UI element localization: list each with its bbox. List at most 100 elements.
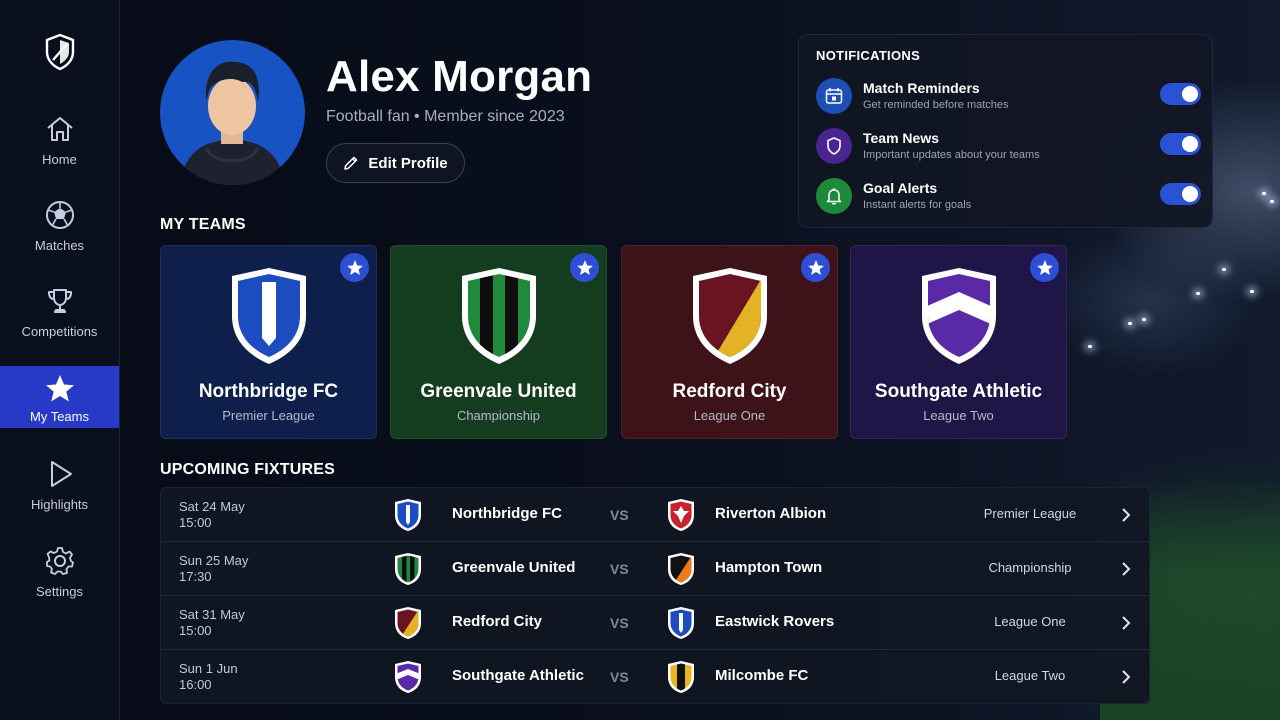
shield-icon bbox=[816, 128, 852, 164]
gear-icon bbox=[43, 544, 77, 578]
fixture-row[interactable]: Sat 24 May 15:00 Northbridge FC VS River… bbox=[161, 488, 1149, 542]
home-icon bbox=[43, 112, 77, 146]
southgate-crest-icon bbox=[922, 268, 996, 364]
fixture-vs: VS bbox=[610, 561, 629, 577]
notification-desc: Instant alerts for goals bbox=[863, 199, 972, 211]
sidebar-item-label: Settings bbox=[36, 584, 83, 599]
sidebar-item-settings[interactable]: Settings bbox=[0, 544, 119, 606]
team-card-greenvale[interactable]: Greenvale United Championship bbox=[390, 245, 607, 439]
chevron-right-icon bbox=[1122, 616, 1131, 630]
greenvale-crest-icon bbox=[395, 553, 421, 585]
favorite-star-icon[interactable] bbox=[570, 253, 599, 282]
favorite-star-icon[interactable] bbox=[340, 253, 369, 282]
notifications-title: NOTIFICATIONS bbox=[816, 48, 921, 63]
sidebar-item-label: My Teams bbox=[30, 409, 89, 424]
team-news-toggle[interactable] bbox=[1160, 133, 1201, 155]
fixture-league: Championship bbox=[988, 560, 1072, 575]
fixture-date: Sun 1 Jun bbox=[179, 661, 238, 676]
favorite-star-icon[interactable] bbox=[801, 253, 830, 282]
team-card-northbridge[interactable]: Northbridge FC Premier League bbox=[160, 245, 377, 439]
notification-match-reminders: Match Reminders Get reminded before matc… bbox=[816, 76, 1201, 116]
fixture-vs: VS bbox=[610, 507, 629, 523]
sidebar-item-matches[interactable]: Matches bbox=[0, 198, 119, 260]
fixture-league: Premier League bbox=[983, 506, 1077, 521]
hampton-crest-icon bbox=[668, 553, 694, 585]
fixture-date: Sat 24 May bbox=[179, 499, 245, 514]
riverton-crest-icon bbox=[668, 499, 694, 531]
eastwick-crest-icon bbox=[668, 607, 694, 639]
calendar-icon bbox=[816, 78, 852, 114]
star-icon bbox=[43, 372, 77, 406]
notification-label: Goal Alerts bbox=[863, 180, 938, 196]
team-league: Premier League bbox=[222, 408, 315, 423]
team-card-redford[interactable]: Redford City League One bbox=[621, 245, 838, 439]
fixture-row[interactable]: Sun 1 Jun 16:00 Southgate Athletic VS Mi… bbox=[161, 650, 1149, 703]
fixture-vs: VS bbox=[610, 615, 629, 631]
fixture-date: Sat 31 May bbox=[179, 607, 245, 622]
chevron-right-icon bbox=[1122, 508, 1131, 522]
notification-label: Team News bbox=[863, 130, 939, 146]
fixture-row[interactable]: Sun 25 May 17:30 Greenvale United VS Ham… bbox=[161, 542, 1149, 596]
app-logo-icon[interactable] bbox=[40, 32, 80, 72]
fixture-home-team: Northbridge FC bbox=[452, 505, 562, 522]
goal-alerts-toggle[interactable] bbox=[1160, 183, 1201, 205]
notification-desc: Important updates about your teams bbox=[863, 149, 1040, 161]
team-league: Championship bbox=[456, 408, 541, 423]
team-name: Southgate Athletic bbox=[874, 381, 1043, 402]
fixture-time: 16:00 bbox=[179, 677, 212, 692]
northbridge-crest-icon bbox=[395, 499, 421, 531]
fixture-away-team: Eastwick Rovers bbox=[715, 613, 835, 630]
sidebar: Home Matches Competitions My Teams Highl… bbox=[0, 0, 120, 720]
notification-label: Match Reminders bbox=[863, 80, 980, 96]
sidebar-item-competitions[interactable]: Competitions bbox=[0, 284, 119, 346]
avatar bbox=[160, 40, 305, 185]
edit-profile-button[interactable]: Edit Profile bbox=[326, 143, 465, 183]
sidebar-item-my-teams[interactable]: My Teams bbox=[0, 366, 119, 428]
fixtures-table: Sat 24 May 15:00 Northbridge FC VS River… bbox=[160, 487, 1150, 704]
fixture-date: Sun 25 May bbox=[179, 553, 249, 568]
team-name: Redford City bbox=[672, 381, 787, 402]
fixtures-title: UPCOMING FIXTURES bbox=[160, 461, 335, 478]
team-league: League Two bbox=[923, 408, 994, 423]
fixture-row[interactable]: Sat 31 May 15:00 Redford City VS Eastwic… bbox=[161, 596, 1149, 650]
toggle-knob bbox=[1182, 136, 1198, 152]
sidebar-item-label: Home bbox=[42, 152, 77, 167]
trophy-icon bbox=[43, 284, 77, 318]
fixture-away-team: Hampton Town bbox=[715, 559, 823, 576]
fixture-home-team: Greenvale United bbox=[452, 559, 576, 576]
play-icon bbox=[43, 457, 77, 491]
sidebar-item-label: Highlights bbox=[30, 497, 89, 512]
notification-desc: Get reminded before matches bbox=[863, 99, 1009, 111]
southgate-crest-icon bbox=[395, 661, 421, 693]
edit-profile-label: Edit Profile bbox=[368, 154, 448, 172]
team-name: Northbridge FC bbox=[198, 381, 339, 402]
bell-icon bbox=[816, 178, 852, 214]
fixture-away-team: Milcombe FC bbox=[715, 667, 809, 684]
team-card-southgate[interactable]: Southgate Athletic League Two bbox=[850, 245, 1067, 439]
sidebar-item-label: Matches bbox=[34, 238, 85, 253]
fixture-away-team: Riverton Albion bbox=[715, 505, 827, 522]
fixture-league: League Two bbox=[994, 668, 1066, 683]
fixture-home-team: Southgate Athletic bbox=[452, 667, 584, 684]
sidebar-item-highlights[interactable]: Highlights bbox=[0, 457, 119, 519]
notification-team-news: Team News Important updates about your t… bbox=[816, 126, 1201, 166]
greenvale-crest-icon bbox=[462, 268, 536, 364]
notifications-panel: NOTIFICATIONS Match Reminders Get remind… bbox=[798, 34, 1213, 228]
toggle-knob bbox=[1182, 186, 1198, 202]
northbridge-crest-icon bbox=[232, 268, 306, 364]
my-teams-title: MY TEAMS bbox=[160, 216, 246, 233]
favorite-star-icon[interactable] bbox=[1030, 253, 1059, 282]
sidebar-item-label: Competitions bbox=[21, 324, 98, 339]
sidebar-item-home[interactable]: Home bbox=[0, 112, 119, 174]
chevron-right-icon bbox=[1122, 670, 1131, 684]
team-name: Greenvale United bbox=[420, 381, 577, 402]
fixture-time: 15:00 bbox=[179, 515, 212, 530]
fixture-time: 17:30 bbox=[179, 569, 212, 584]
chevron-right-icon bbox=[1122, 562, 1131, 576]
match-reminders-toggle[interactable] bbox=[1160, 83, 1201, 105]
football-icon bbox=[43, 198, 77, 232]
redford-crest-icon bbox=[395, 607, 421, 639]
fixture-time: 15:00 bbox=[179, 623, 212, 638]
toggle-knob bbox=[1182, 86, 1198, 102]
milcombe-crest-icon bbox=[668, 661, 694, 693]
